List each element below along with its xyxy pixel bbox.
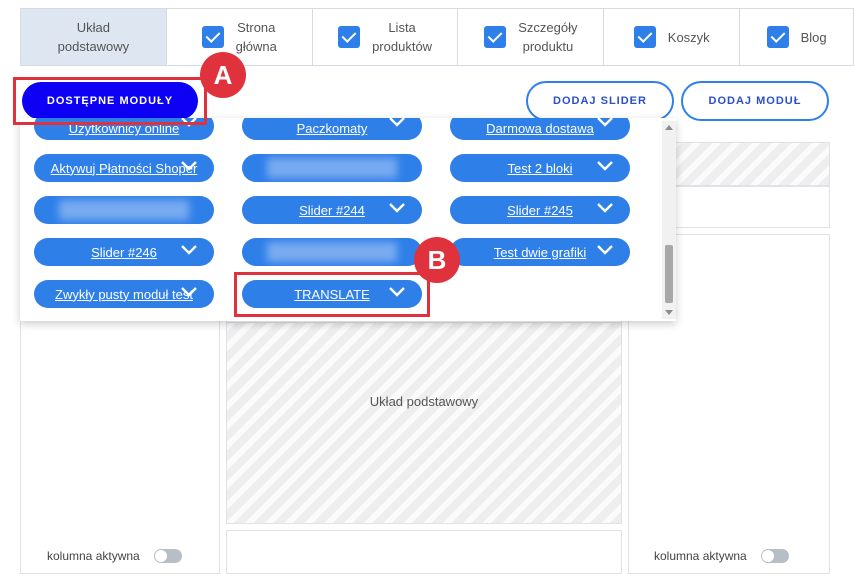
right-column-active: kolumna aktywna	[654, 549, 789, 563]
tab-label: Koszyk	[667, 29, 710, 45]
toggle-label: kolumna aktywna	[654, 549, 747, 563]
module-label: Slider #245	[507, 202, 573, 218]
layout-center-label: Układ podstawowy	[369, 394, 479, 409]
checkbox-checked-icon[interactable]	[201, 26, 224, 48]
checkbox-checked-icon[interactable]	[633, 26, 656, 48]
toggle-label: kolumna aktywna	[47, 549, 140, 563]
chevron-down-icon[interactable]	[596, 244, 614, 256]
scroll-down-icon[interactable]	[665, 310, 673, 315]
right-column-toggle[interactable]	[760, 549, 789, 563]
checkbox-checked-icon[interactable]	[338, 26, 361, 48]
module-label: Paczkomaty	[296, 121, 368, 136]
highlight-box-a	[13, 77, 207, 125]
chevron-down-icon[interactable]	[180, 286, 198, 298]
module-chip[interactable]: Darmowa dostawa	[450, 118, 630, 140]
modules-scrollbar[interactable]	[662, 121, 676, 319]
module-label: Darmowa dostawa	[486, 121, 594, 136]
module-chip[interactable]: Slider #244	[242, 196, 422, 224]
tab-basic-layout[interactable]: Układ podstawowy	[21, 9, 167, 65]
tab-label: Układ podstawowy	[57, 20, 130, 54]
module-chip-redacted[interactable]	[242, 154, 422, 182]
module-chip[interactable]: Test 2 bloki	[450, 154, 630, 182]
tab-cart[interactable]: Koszyk	[604, 9, 741, 65]
layout-tabs: Układ podstawowy Strona główna Lista pro…	[20, 8, 854, 66]
module-chip[interactable]: Slider #245	[450, 196, 630, 224]
module-chip[interactable]: Slider #246	[34, 238, 214, 266]
chevron-down-icon[interactable]	[596, 202, 614, 214]
marker-b: B	[414, 237, 460, 283]
center-drop-zone	[226, 322, 622, 524]
module-label: Test 2 bloki	[507, 160, 573, 176]
chevron-down-icon[interactable]	[596, 160, 614, 172]
tab-label: Lista produktów	[372, 20, 433, 54]
checkbox-checked-icon[interactable]	[484, 26, 507, 48]
scroll-up-icon[interactable]	[665, 125, 673, 130]
left-column-toggle[interactable]	[153, 549, 182, 563]
checkbox-checked-icon[interactable]	[766, 26, 789, 48]
module-chip[interactable]: Paczkomaty	[242, 118, 422, 140]
tab-label: Szczegóły produktu	[518, 20, 578, 54]
add-slider-button[interactable]: DODAJ SLIDER	[526, 81, 674, 121]
chevron-down-icon[interactable]	[596, 118, 614, 128]
chevron-down-icon[interactable]	[180, 160, 198, 172]
tab-label: Strona główna	[235, 20, 277, 54]
highlight-box-b	[234, 272, 430, 317]
tab-product-list[interactable]: Lista produktów	[313, 9, 459, 65]
left-column-active: kolumna aktywna	[47, 549, 182, 563]
module-label: Test dwie grafiki	[493, 244, 587, 260]
module-chip[interactable]: Aktywuj Płatności Shoper	[34, 154, 214, 182]
module-label: Slider #244	[299, 202, 365, 218]
module-label: Slider #246	[91, 244, 157, 260]
module-chip[interactable]: Test dwie grafiki	[450, 238, 630, 266]
tab-label: Blog	[800, 29, 827, 45]
chevron-down-icon[interactable]	[388, 118, 406, 128]
chevron-down-icon[interactable]	[388, 202, 406, 214]
tab-blog[interactable]: Blog	[740, 9, 854, 65]
module-label: Zwykły pusty moduł test	[55, 286, 193, 302]
module-chip-redacted[interactable]	[34, 196, 214, 224]
chevron-down-icon[interactable]	[180, 244, 198, 256]
module-chip[interactable]: Zwykły pusty moduł test	[34, 280, 214, 308]
module-chip-redacted[interactable]	[242, 238, 422, 266]
add-module-button[interactable]: DODAJ MODUŁ	[681, 81, 829, 121]
center-footer-slot	[226, 530, 622, 574]
tab-product-details[interactable]: Szczegóły produktu	[458, 9, 605, 65]
scroll-thumb[interactable]	[665, 245, 673, 303]
tab-home-page[interactable]: Strona główna	[167, 9, 313, 65]
marker-a: A	[200, 52, 246, 98]
module-label: Aktywuj Płatności Shoper	[50, 160, 198, 176]
